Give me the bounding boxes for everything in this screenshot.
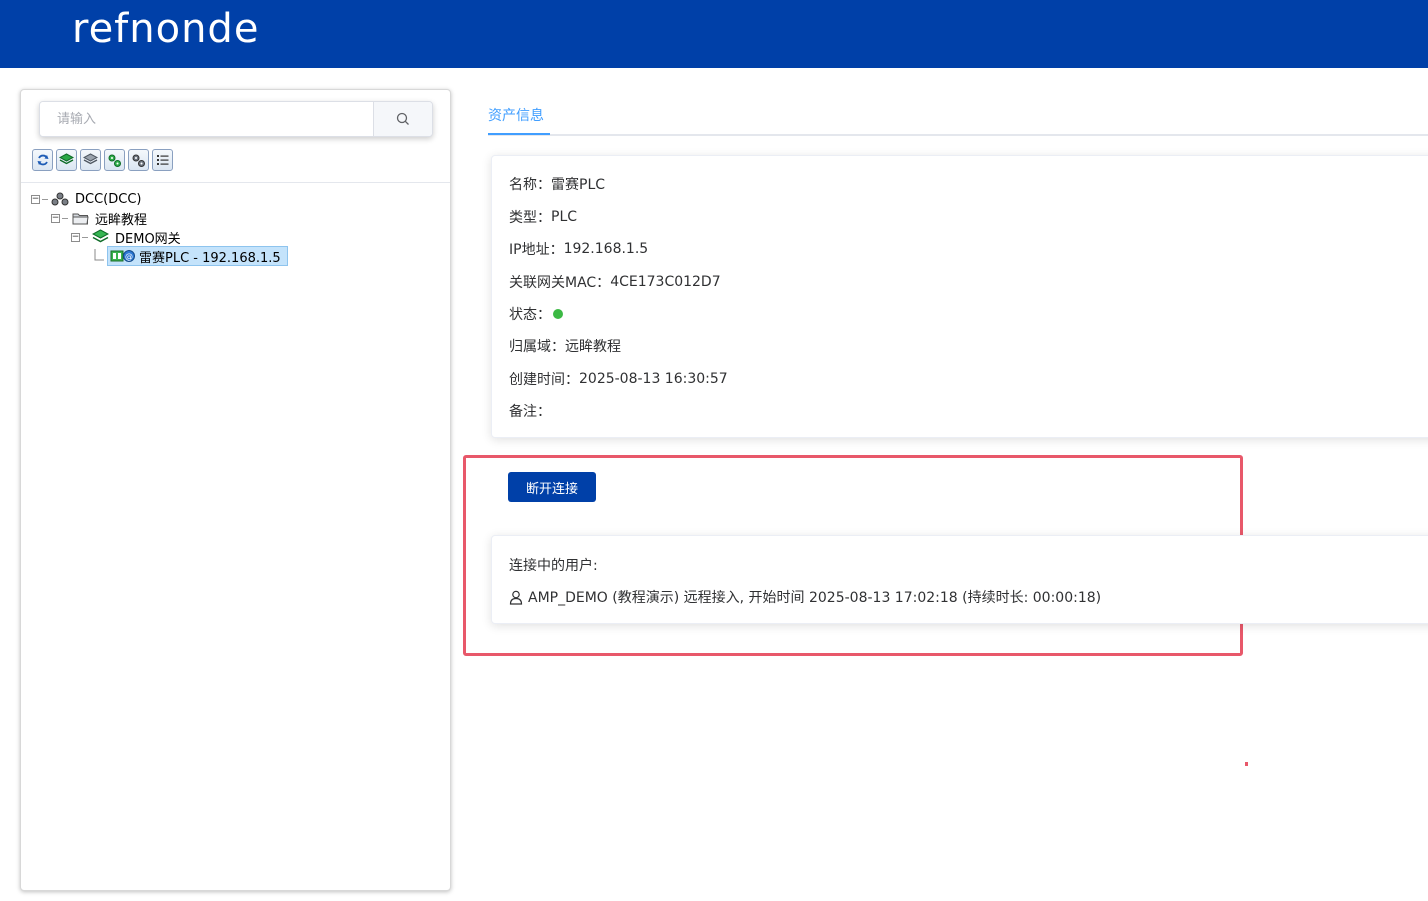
search-box bbox=[39, 101, 433, 137]
list-view-button[interactable] bbox=[152, 149, 173, 171]
add-layer-button[interactable] bbox=[56, 149, 77, 171]
list-icon bbox=[156, 155, 168, 165]
connected-users-title: 连接中的用户: bbox=[509, 558, 598, 574]
tree-node-label: DEMO网关 bbox=[115, 231, 181, 247]
tree-node-folder[interactable]: − 远眸教程 bbox=[51, 209, 148, 228]
tree-node-label: 雷赛PLC - 192.168.1.5 bbox=[139, 250, 281, 266]
domain-value: 远眸教程 bbox=[565, 339, 621, 355]
stray-annotation-mark bbox=[1245, 762, 1248, 766]
search-button[interactable] bbox=[373, 102, 432, 136]
toolbar-divider bbox=[21, 182, 450, 183]
collapse-toggle[interactable]: − bbox=[31, 194, 40, 204]
tab-bar: 资产信息 bbox=[488, 96, 1428, 136]
name-label: 名称： bbox=[509, 177, 551, 193]
brand-logo: refnonde bbox=[72, 6, 260, 52]
type-label: 类型： bbox=[509, 210, 551, 226]
green-gear-icon bbox=[108, 154, 121, 167]
gateway-icon bbox=[91, 229, 109, 245]
ip-label: IP地址： bbox=[509, 242, 564, 258]
green-settings-button[interactable] bbox=[104, 149, 125, 171]
disconnect-button[interactable]: 断开连接 bbox=[508, 472, 596, 502]
info-mac-row: 关联网关MAC： 4CE173C012D7 bbox=[509, 272, 721, 292]
gray-layer-icon bbox=[83, 153, 98, 165]
green-layer-icon bbox=[59, 153, 74, 165]
connected-user-text: AMP_DEMO (教程演示) 远程接入, 开始时间 2025-08-13 17… bbox=[528, 590, 1102, 606]
created-value: 2025-08-13 16:30:57 bbox=[579, 371, 728, 387]
cluster-icon bbox=[51, 191, 69, 207]
device-tree-panel: − DCC(DCC) − 远眸教程 − DEMO网关 bbox=[20, 89, 451, 891]
active-tab-indicator bbox=[488, 133, 550, 135]
tree-connector bbox=[62, 217, 68, 219]
search-input[interactable] bbox=[40, 102, 373, 136]
info-status-row: 状态： bbox=[509, 304, 563, 324]
info-created-row: 创建时间： 2025-08-13 16:30:57 bbox=[509, 369, 728, 389]
tab-asset-info[interactable]: 资产信息 bbox=[488, 105, 544, 135]
note-label: 备注： bbox=[509, 404, 551, 420]
info-name-row: 名称： 雷赛PLC bbox=[509, 174, 605, 194]
refresh-button[interactable] bbox=[32, 149, 53, 171]
search-icon bbox=[396, 112, 409, 125]
status-label: 状态： bbox=[509, 307, 551, 323]
collapse-toggle[interactable]: − bbox=[51, 213, 60, 223]
tree-connector bbox=[42, 198, 48, 200]
layer-button[interactable] bbox=[80, 149, 101, 171]
folder-icon bbox=[71, 210, 89, 226]
name-value: 雷赛PLC bbox=[551, 177, 606, 193]
info-note-row: 备注： bbox=[509, 401, 551, 421]
status-online-dot bbox=[553, 309, 563, 319]
gear-icon bbox=[132, 154, 145, 167]
user-icon bbox=[509, 590, 523, 605]
tree-toolbar bbox=[32, 149, 173, 171]
type-value: PLC bbox=[551, 209, 578, 225]
connected-user-row: AMP_DEMO (教程演示) 远程接入, 开始时间 2025-08-13 17… bbox=[509, 587, 1101, 607]
mac-label: 关联网关MAC： bbox=[509, 275, 611, 291]
tree-node-label: 远眸教程 bbox=[95, 212, 148, 228]
mac-value: 4CE173C012D7 bbox=[610, 274, 721, 290]
tree-node-plc[interactable]: @ 雷赛PLC - 192.168.1.5 bbox=[94, 246, 288, 266]
tree-node-gateway[interactable]: − DEMO网关 bbox=[71, 228, 181, 247]
tree-node-label: DCC(DCC) bbox=[75, 191, 142, 207]
domain-label: 归属域： bbox=[509, 339, 565, 355]
app-header: refnonde bbox=[0, 0, 1428, 68]
info-ip-row: IP地址： 192.168.1.5 bbox=[509, 239, 648, 259]
selected-node-highlight[interactable]: @ 雷赛PLC - 192.168.1.5 bbox=[107, 246, 288, 266]
refresh-icon bbox=[37, 154, 48, 166]
asset-info-card: 名称： 雷赛PLC 类型： PLC IP地址： 192.168.1.5 关联网关MAC… bbox=[491, 155, 1428, 438]
connected-users-card: 连接中的用户: AMP_DEMO (教程演示) 远程接入, 开始时间 2025-… bbox=[491, 535, 1428, 624]
created-label: 创建时间： bbox=[509, 372, 579, 388]
tree-node-dcc[interactable]: − DCC(DCC) bbox=[31, 190, 141, 208]
collapse-toggle[interactable]: − bbox=[71, 232, 80, 242]
ip-value: 192.168.1.5 bbox=[563, 241, 649, 257]
info-type-row: 类型： PLC bbox=[509, 207, 577, 227]
plc-icon: @ bbox=[110, 248, 136, 264]
tree-connector bbox=[82, 236, 88, 238]
tree-branch-line bbox=[94, 249, 104, 261]
settings-button[interactable] bbox=[128, 149, 149, 171]
svg-text:@: @ bbox=[125, 252, 133, 261]
info-domain-row: 归属域： 远眸教程 bbox=[509, 336, 621, 356]
